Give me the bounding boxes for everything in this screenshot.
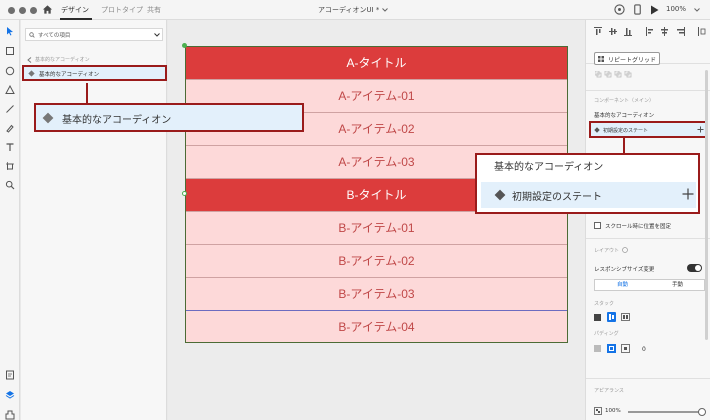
layout-section-header: レイアウト [594, 248, 620, 254]
artboard-tool-icon[interactable] [5, 161, 15, 171]
layer-item-label: 基本的なアコーディオン [39, 72, 100, 78]
callout-connector [86, 83, 88, 104]
layer-breadcrumb[interactable]: 基本的なアコーディオン [35, 56, 90, 63]
inspector-scrollbar[interactable] [705, 70, 708, 340]
state-name: 初期設定のステート [603, 128, 649, 134]
zoom-level[interactable]: 100% [666, 5, 686, 13]
appearance-section-header: アピアランス [594, 388, 624, 394]
rectangle-tool-icon[interactable] [5, 46, 15, 56]
select-tool-icon[interactable] [5, 26, 15, 36]
callout-component-title: 基本的なアコーディオン [494, 162, 604, 173]
scroll-fix-label: スクロール時に位置を固定 [605, 224, 672, 230]
callout-layer-zoom: 基本的なアコーディオン [34, 103, 304, 132]
search-input[interactable]: すべての項目 [38, 31, 70, 39]
opacity-slider-track[interactable] [628, 411, 700, 413]
window-minimize-button[interactable] [19, 7, 26, 14]
chevron-left-icon[interactable] [27, 57, 32, 63]
selection-handle[interactable] [182, 43, 187, 48]
accordion-item[interactable]: B-アイテム-01 [186, 212, 567, 245]
opacity-slider-handle[interactable] [698, 408, 706, 416]
component-name: 基本的なアコーディオン [594, 113, 655, 119]
plugins-icon[interactable] [5, 410, 15, 420]
layer-search-box[interactable]: すべての項目 [25, 28, 163, 41]
assets-icon[interactable] [5, 370, 15, 380]
stack-checkbox[interactable] [594, 314, 601, 321]
accordion-item[interactable]: B-アイテム-02 [186, 245, 567, 278]
component-diamond-icon [42, 112, 54, 124]
stack-vertical-icon[interactable] [607, 312, 616, 322]
divider [586, 90, 710, 91]
padding-value[interactable]: 0 [642, 346, 646, 353]
auto-option[interactable]: 自動 [595, 280, 650, 290]
play-icon[interactable] [650, 5, 659, 15]
repeat-grid-label: リピートグリッド [608, 57, 657, 64]
toggle-knob [695, 265, 701, 271]
top-bar: デザイン プロトタイプ 共有 アコーディオンUI * 100% [0, 0, 710, 20]
padding-uniform-icon[interactable] [607, 344, 616, 353]
padding-section-header: パディング [594, 331, 619, 337]
layer-item-selected[interactable]: 基本的なアコーディオン [22, 65, 167, 81]
window-close-button[interactable] [8, 7, 15, 14]
state-row[interactable]: 初期設定のステート [589, 121, 708, 138]
chevron-down-icon[interactable] [154, 33, 160, 37]
selection-handle[interactable] [182, 191, 187, 196]
tab-design[interactable]: デザイン [61, 5, 89, 15]
search-icon [29, 32, 35, 38]
boolean-ops-icons[interactable] [595, 71, 635, 78]
component-diamond-icon [494, 189, 506, 201]
zoom-tool-icon[interactable] [5, 180, 15, 190]
stack-horizontal-icon[interactable] [621, 312, 630, 322]
text-tool-icon[interactable] [5, 142, 15, 152]
callout-connector [623, 138, 625, 154]
add-state-icon [682, 188, 694, 200]
ellipse-tool-icon[interactable] [5, 66, 15, 76]
repeat-grid-icon [598, 56, 604, 62]
accordion-item[interactable]: B-アイテム-04 [186, 311, 567, 342]
divider [586, 378, 710, 379]
resize-mode-segmented: 自動 手動 [594, 279, 705, 291]
info-icon[interactable] [622, 247, 628, 253]
responsive-label: レスポンシブサイズ変更 [594, 267, 655, 273]
scroll-fix-checkbox[interactable] [594, 222, 601, 229]
pen-tool-icon[interactable] [5, 123, 15, 133]
accordion-title-a[interactable]: A-タイトル [186, 47, 567, 80]
tool-rail [0, 20, 20, 420]
align-icons[interactable] [594, 27, 706, 36]
padding-checkbox[interactable] [594, 345, 601, 352]
accordion-item[interactable]: B-アイテム-03 [186, 278, 567, 311]
divider [586, 238, 710, 239]
component-diamond-icon [28, 70, 35, 77]
callout-state-row: 初期設定のステート [481, 182, 696, 208]
opacity-value[interactable]: 100% [605, 408, 621, 414]
tab-prototype[interactable]: プロトタイプ [101, 5, 143, 15]
line-tool-icon[interactable] [5, 104, 15, 114]
document-title[interactable]: アコーディオンUI * [318, 5, 379, 15]
layers-panel: すべての項目 基本的なアコーディオン 基本的なアコーディオン [21, 20, 167, 420]
stack-section-header: スタック [594, 301, 615, 307]
mobile-preview-icon[interactable] [632, 4, 643, 15]
opacity-icon [594, 407, 602, 415]
layers-icon[interactable] [5, 390, 15, 400]
callout-layer-label: 基本的なアコーディオン [62, 115, 172, 126]
chevron-down-icon[interactable] [694, 8, 700, 12]
component-diamond-icon [594, 127, 600, 133]
responsive-toggle[interactable] [687, 264, 702, 272]
repeat-grid-button[interactable]: リピートグリッド [594, 52, 660, 65]
polygon-tool-icon[interactable] [5, 85, 15, 95]
callout-component-zoom: 基本的なアコーディオン 初期設定のステート [475, 153, 700, 214]
home-icon[interactable] [42, 4, 53, 15]
chevron-down-icon[interactable] [382, 8, 388, 12]
padding-individual-icon[interactable] [621, 344, 630, 353]
property-inspector: リピートグリッド コンポーネント（メイン） 基本的なアコーディオン 初期設定のス… [585, 20, 710, 420]
callout-state-label: 初期設定のステート [512, 192, 602, 203]
help-icon[interactable] [614, 4, 625, 15]
tab-share[interactable]: 共有 [147, 5, 161, 15]
component-section-header: コンポーネント（メイン） [594, 98, 655, 104]
window-zoom-button[interactable] [30, 7, 37, 14]
add-state-icon[interactable] [697, 126, 704, 133]
manual-option[interactable]: 手動 [650, 280, 705, 290]
